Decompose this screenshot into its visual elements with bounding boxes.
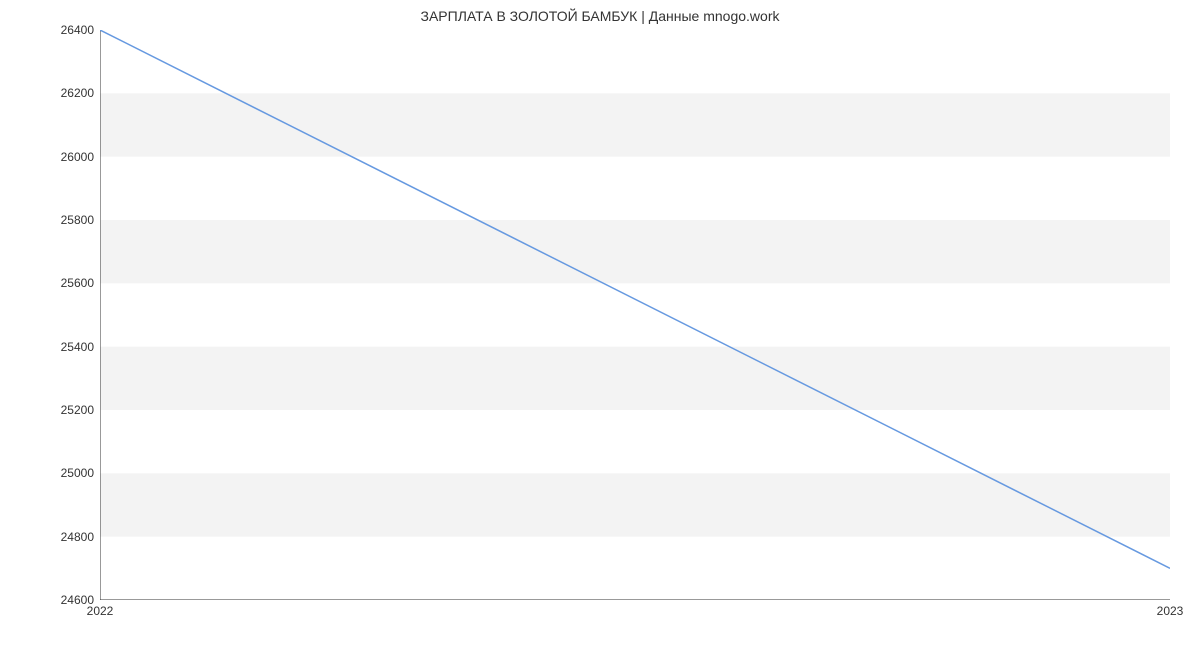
y-tick-label: 25600 <box>61 276 94 290</box>
grid-band <box>100 347 1170 410</box>
y-tick-label: 25400 <box>61 340 94 354</box>
y-tick-label: 26200 <box>61 86 94 100</box>
x-tick-label: 2023 <box>1157 604 1184 618</box>
grid-band <box>100 220 1170 283</box>
x-tick-label: 2022 <box>87 604 114 618</box>
grid-bands <box>100 93 1170 536</box>
grid-band <box>100 93 1170 156</box>
y-tick-label: 26000 <box>61 150 94 164</box>
chart-title: ЗАРПЛАТА В ЗОЛОТОЙ БАМБУК | Данные mnogo… <box>0 8 1200 24</box>
y-tick-label: 25200 <box>61 403 94 417</box>
chart-container: ЗАРПЛАТА В ЗОЛОТОЙ БАМБУК | Данные mnogo… <box>0 0 1200 650</box>
plot-area <box>100 30 1170 600</box>
y-tick-label: 25000 <box>61 466 94 480</box>
y-tick-label: 25800 <box>61 213 94 227</box>
y-tick-label: 24800 <box>61 530 94 544</box>
y-tick-label: 26400 <box>61 23 94 37</box>
grid-band <box>100 473 1170 536</box>
